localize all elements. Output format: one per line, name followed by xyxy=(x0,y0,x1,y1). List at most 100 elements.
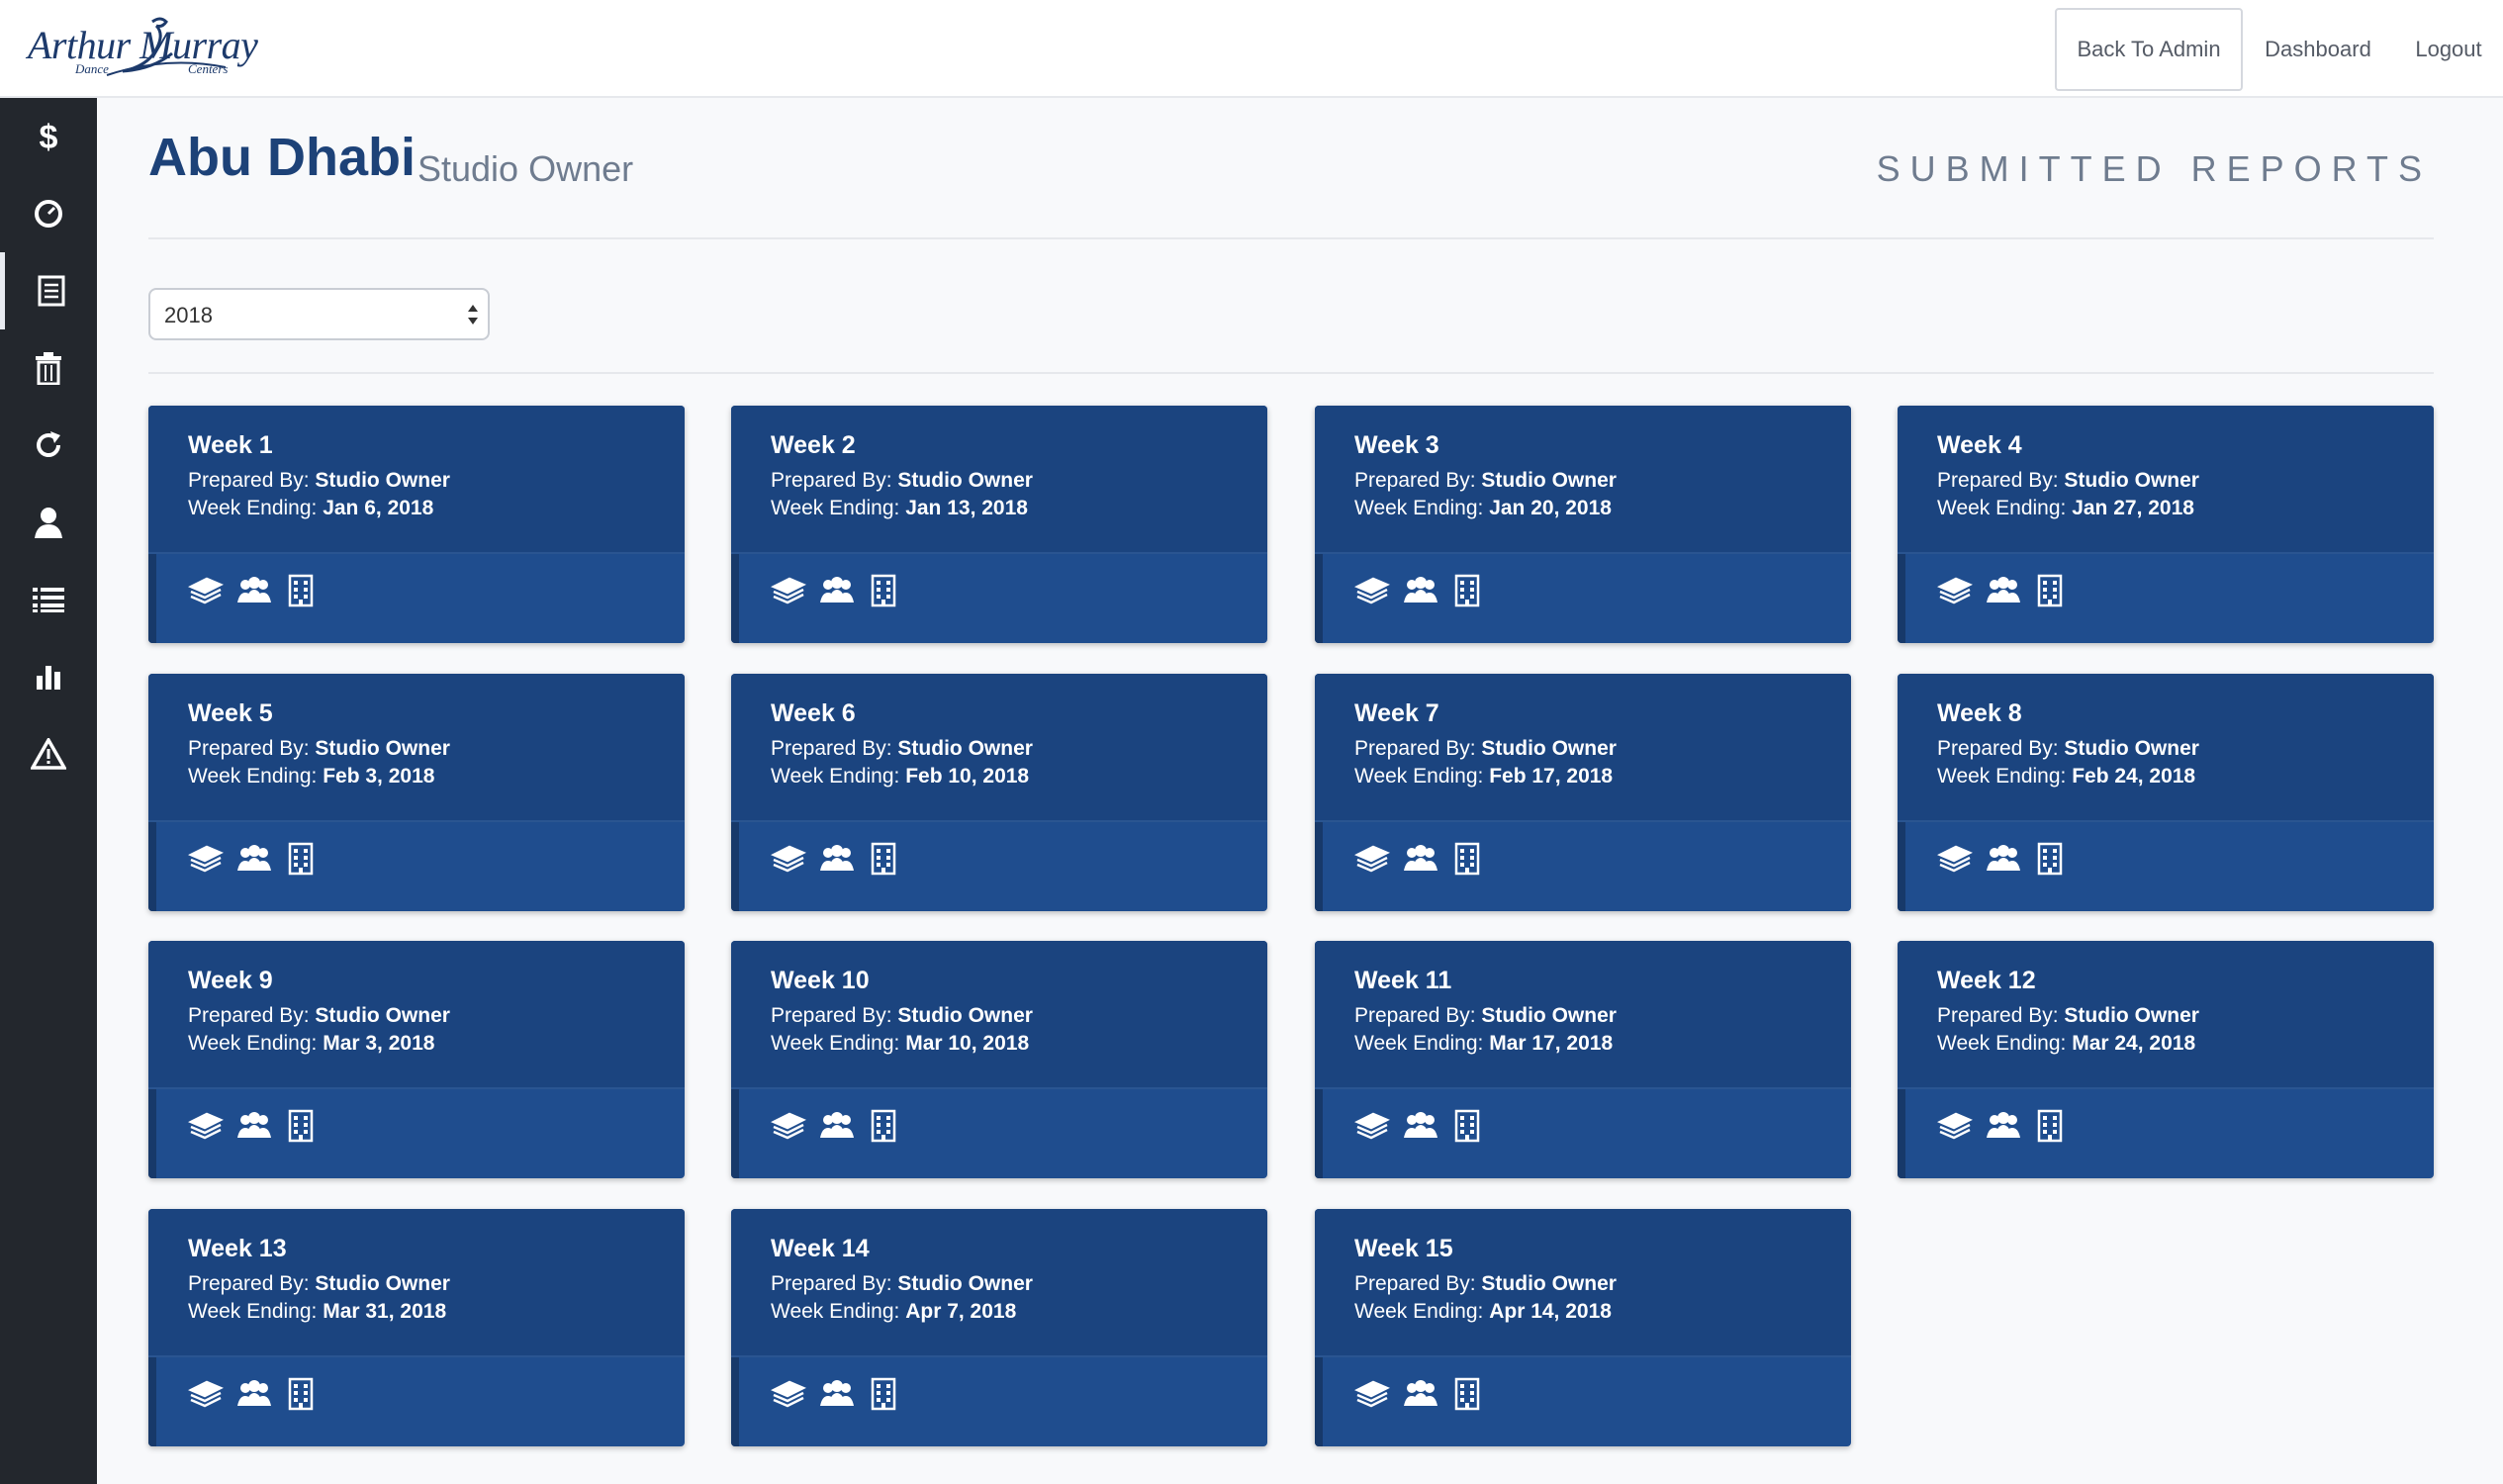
week-ending-line: Week Ending: Jan 27, 2018 xyxy=(1937,497,2194,520)
money-stack-icon[interactable] xyxy=(771,841,806,877)
report-card[interactable]: Week 9 Prepared By: Studio Owner Week Endi… xyxy=(148,941,685,1178)
sidebar-item-statistics[interactable] xyxy=(0,638,97,715)
report-card[interactable]: Week 7 Prepared By: Studio Owner Week Endi… xyxy=(1315,674,1851,911)
report-card[interactable]: Week 1 Prepared By: Studio Owner Week Endi… xyxy=(148,406,685,643)
prepared-by-label: Prepared By: xyxy=(771,469,892,492)
group-icon[interactable] xyxy=(1985,1108,2020,1144)
building-icon[interactable] xyxy=(283,1108,319,1144)
group-icon[interactable] xyxy=(818,841,854,877)
money-stack-icon[interactable] xyxy=(188,573,224,608)
year-select[interactable]: 2018 xyxy=(148,288,490,340)
money-stack-icon[interactable] xyxy=(188,1108,224,1144)
sidebar-item-list[interactable] xyxy=(0,561,97,638)
week-ending-label: Week Ending: xyxy=(771,497,900,519)
money-stack-icon[interactable] xyxy=(1354,1376,1390,1412)
report-card[interactable]: Week 8 Prepared By: Studio Owner Week Endi… xyxy=(1898,674,2434,911)
week-ending-label: Week Ending: xyxy=(188,765,318,788)
sidebar-item-dashboard[interactable] xyxy=(0,175,97,252)
report-card[interactable]: Week 5 Prepared By: Studio Owner Week Endi… xyxy=(148,674,685,911)
building-icon[interactable] xyxy=(866,841,901,877)
money-stack-icon[interactable] xyxy=(188,841,224,877)
sidebar-item-reports[interactable] xyxy=(0,252,97,329)
building-icon[interactable] xyxy=(1449,1108,1485,1144)
sidebar-item-alerts[interactable] xyxy=(0,715,97,792)
money-stack-icon[interactable] xyxy=(1937,841,1973,877)
building-icon[interactable] xyxy=(283,1376,319,1412)
week-ending-value: Jan 6, 2018 xyxy=(323,497,434,519)
dashboard-link[interactable]: Dashboard xyxy=(2252,8,2384,91)
top-bar: Arthur Murray Dance Centers Back To Admi… xyxy=(0,0,2503,98)
prepared-by-line: Prepared By: Studio Owner xyxy=(188,1272,450,1296)
sidebar-item-finance[interactable]: $ xyxy=(0,98,97,175)
building-icon[interactable] xyxy=(1449,1376,1485,1412)
report-card[interactable]: Week 14 Prepared By: Studio Owner Week End… xyxy=(731,1209,1267,1446)
prepared-by-line: Prepared By: Studio Owner xyxy=(771,469,1033,493)
money-stack-icon[interactable] xyxy=(771,1376,806,1412)
week-ending-line: Week Ending: Mar 17, 2018 xyxy=(1354,1032,1613,1056)
prepared-by-line: Prepared By: Studio Owner xyxy=(1937,737,2199,761)
week-ending-label: Week Ending: xyxy=(1354,1300,1484,1323)
sidebar-item-refresh[interactable] xyxy=(0,407,97,484)
report-card[interactable]: Week 4 Prepared By: Studio Owner Week Endi… xyxy=(1898,406,2434,643)
building-icon[interactable] xyxy=(1449,841,1485,877)
money-stack-icon[interactable] xyxy=(1354,841,1390,877)
money-stack-icon[interactable] xyxy=(188,1376,224,1412)
week-ending-line: Week Ending: Jan 13, 2018 xyxy=(771,497,1028,520)
logout-link[interactable]: Logout xyxy=(2394,8,2503,91)
building-icon[interactable] xyxy=(283,841,319,877)
money-stack-icon[interactable] xyxy=(1937,573,1973,608)
report-card[interactable]: Week 13 Prepared By: Studio Owner Week End… xyxy=(148,1209,685,1446)
building-icon[interactable] xyxy=(866,1108,901,1144)
sidebar-item-profile[interactable] xyxy=(0,484,97,561)
building-icon[interactable] xyxy=(283,573,319,608)
building-icon[interactable] xyxy=(866,573,901,608)
building-icon[interactable] xyxy=(2032,573,2068,608)
report-card-header: Week 2 Prepared By: Studio Owner Week Endi… xyxy=(731,406,1267,554)
report-card-edge xyxy=(148,1357,156,1446)
building-icon[interactable] xyxy=(866,1376,901,1412)
report-card[interactable]: Week 12 Prepared By: Studio Owner Week End… xyxy=(1898,941,2434,1178)
group-icon[interactable] xyxy=(1985,841,2020,877)
report-card[interactable]: Week 2 Prepared By: Studio Owner Week Endi… xyxy=(731,406,1267,643)
report-card-actions xyxy=(771,840,901,878)
money-stack-icon[interactable] xyxy=(771,1108,806,1144)
building-icon[interactable] xyxy=(2032,841,2068,877)
back-to-admin-button[interactable]: Back To Admin xyxy=(2055,8,2243,91)
group-icon[interactable] xyxy=(235,841,271,877)
group-icon[interactable] xyxy=(1402,1376,1437,1412)
prepared-by-line: Prepared By: Studio Owner xyxy=(771,1272,1033,1296)
sidebar-item-delete[interactable] xyxy=(0,329,97,407)
group-icon[interactable] xyxy=(1402,1108,1437,1144)
group-icon[interactable] xyxy=(818,1376,854,1412)
building-icon[interactable] xyxy=(1449,573,1485,608)
group-icon[interactable] xyxy=(1985,573,2020,608)
list-icon xyxy=(33,588,64,612)
report-card[interactable]: Week 6 Prepared By: Studio Owner Week Endi… xyxy=(731,674,1267,911)
group-icon[interactable] xyxy=(235,1376,271,1412)
group-icon[interactable] xyxy=(818,1108,854,1144)
prepared-by-value: Studio Owner xyxy=(1481,469,1617,492)
group-icon[interactable] xyxy=(235,573,271,608)
group-icon[interactable] xyxy=(1402,573,1437,608)
money-stack-icon[interactable] xyxy=(1354,1108,1390,1144)
money-stack-icon[interactable] xyxy=(771,573,806,608)
report-card-title: Week 14 xyxy=(771,1235,870,1262)
week-ending-value: Mar 17, 2018 xyxy=(1489,1032,1614,1055)
report-card[interactable]: Week 3 Prepared By: Studio Owner Week Endi… xyxy=(1315,406,1851,643)
group-icon[interactable] xyxy=(818,573,854,608)
money-stack-icon[interactable] xyxy=(1354,573,1390,608)
report-card-edge xyxy=(1315,554,1323,643)
report-card[interactable]: Week 11 Prepared By: Studio Owner Week End… xyxy=(1315,941,1851,1178)
report-card-actions xyxy=(771,572,901,609)
warning-icon xyxy=(31,738,66,770)
group-icon[interactable] xyxy=(1402,841,1437,877)
report-card[interactable]: Week 15 Prepared By: Studio Owner Week End… xyxy=(1315,1209,1851,1446)
report-card-edge xyxy=(1315,822,1323,911)
report-card[interactable]: Week 10 Prepared By: Studio Owner Week End… xyxy=(731,941,1267,1178)
week-ending-value: Feb 10, 2018 xyxy=(905,765,1030,788)
money-stack-icon[interactable] xyxy=(1937,1108,1973,1144)
report-card-header: Week 6 Prepared By: Studio Owner Week Endi… xyxy=(731,674,1267,822)
building-icon[interactable] xyxy=(2032,1108,2068,1144)
brand-logo[interactable]: Arthur Murray Dance Centers xyxy=(28,14,305,83)
group-icon[interactable] xyxy=(235,1108,271,1144)
